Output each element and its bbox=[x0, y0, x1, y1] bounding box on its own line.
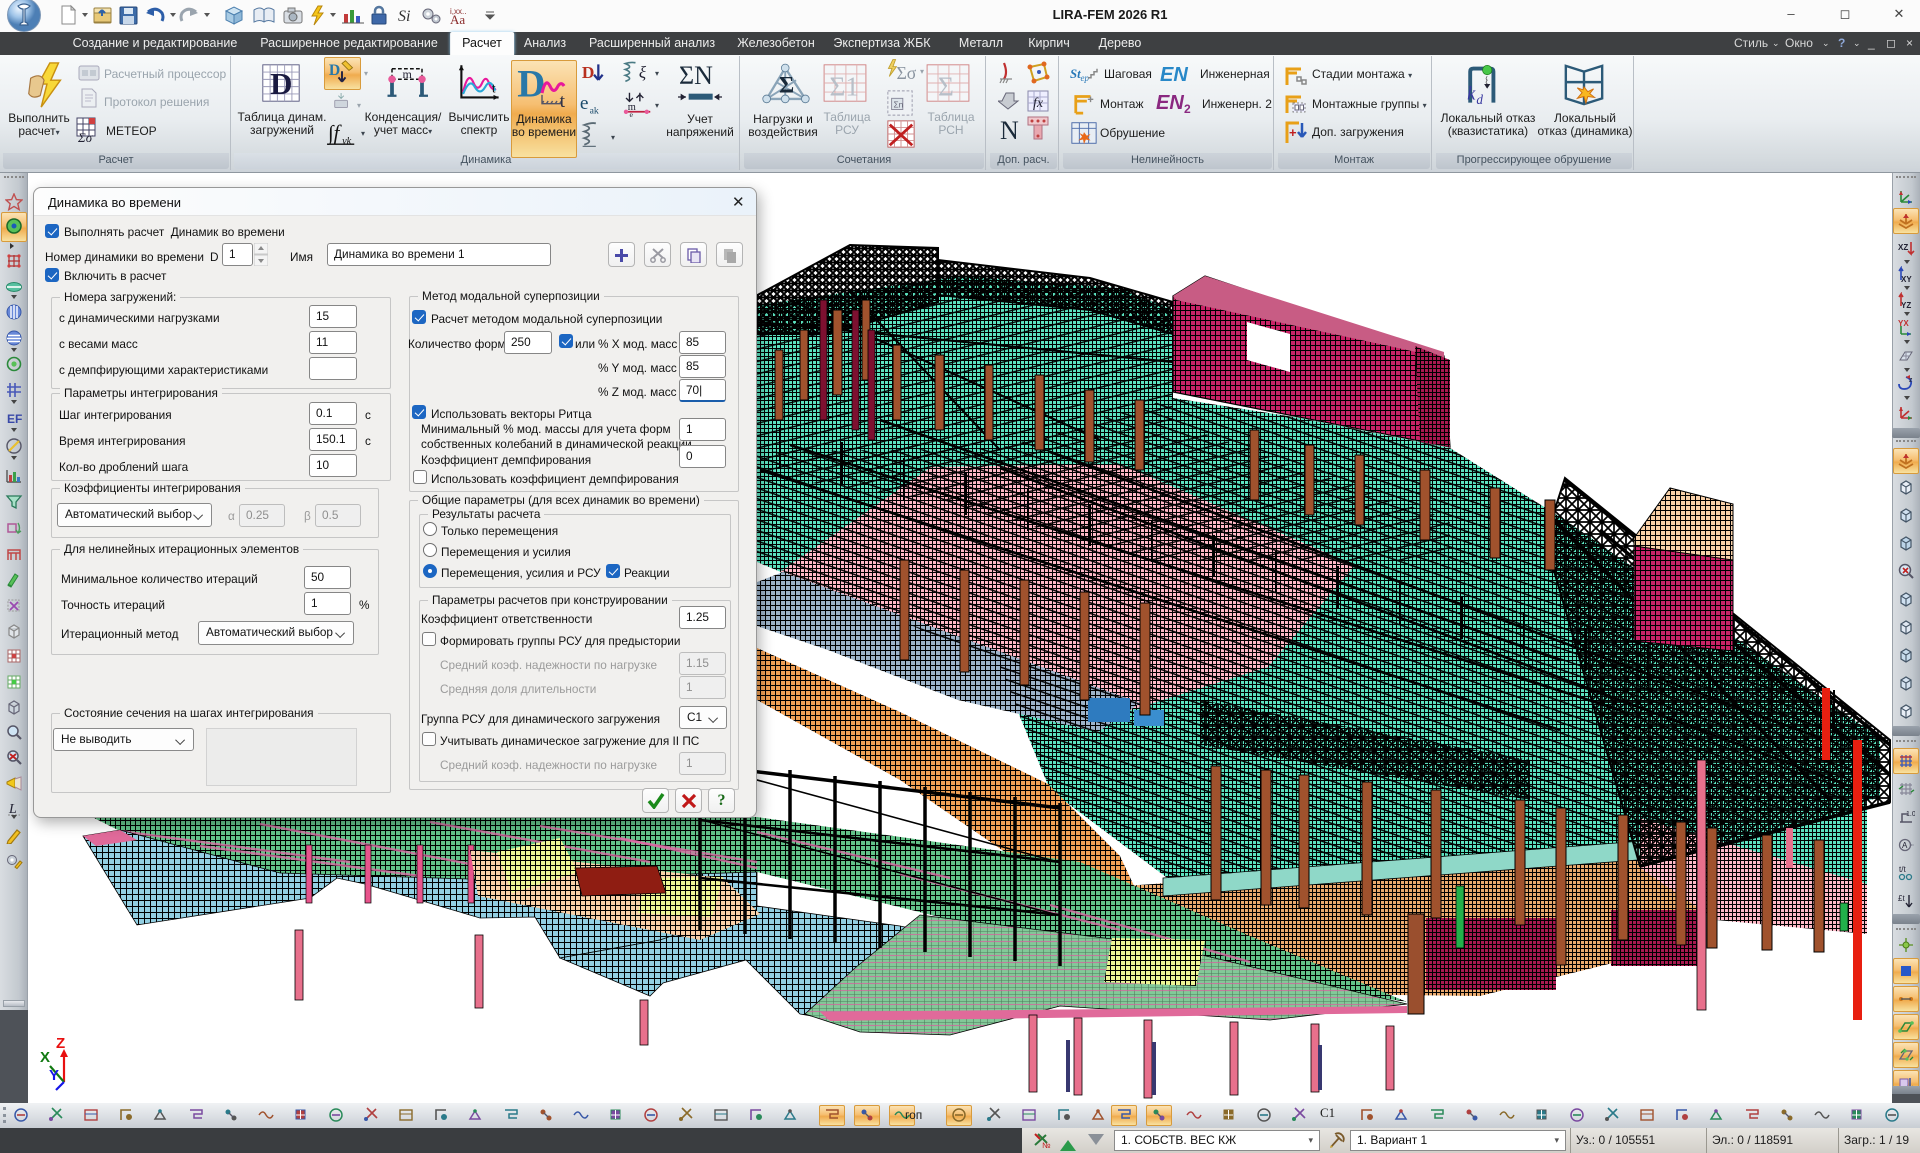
svg-text:fx: fx bbox=[1033, 96, 1044, 111]
svg-text:Σ: Σ bbox=[779, 73, 794, 99]
svg-text:D: D bbox=[270, 66, 292, 101]
svg-text:t/t: t/t bbox=[1899, 865, 1906, 874]
svg-text:∫f: ∫f bbox=[326, 123, 343, 146]
svg-text:St: St bbox=[1070, 67, 1081, 81]
svg-text:£t: £t bbox=[1898, 894, 1905, 903]
svg-text:N: N bbox=[1000, 116, 1019, 143]
svg-text:A: A bbox=[1902, 841, 1908, 850]
svg-text:D: D bbox=[329, 62, 340, 79]
svg-text:YZ: YZ bbox=[1901, 301, 1911, 310]
svg-text:EN: EN bbox=[1160, 64, 1188, 85]
svg-text:XZ: XZ bbox=[1898, 243, 1908, 252]
svg-text:t: t bbox=[560, 91, 566, 109]
svg-text:ak: ak bbox=[590, 106, 599, 115]
svg-text:k: k bbox=[1467, 83, 1476, 104]
svg-text:Y: Y bbox=[49, 1067, 59, 1084]
svg-text:2: 2 bbox=[1184, 102, 1191, 115]
svg-text:Si: Si bbox=[398, 8, 410, 25]
svg-text:Σ1: Σ1 bbox=[830, 72, 860, 102]
svg-text:e: e bbox=[580, 93, 589, 114]
svg-text:+: + bbox=[1289, 125, 1297, 140]
svg-text:ΣN: ΣN bbox=[679, 63, 713, 89]
svg-text:№: № bbox=[1042, 1141, 1051, 1150]
svg-text:D: D bbox=[582, 63, 595, 82]
svg-text:e: e bbox=[629, 110, 633, 117]
svg-text:EF: EF bbox=[7, 412, 22, 426]
svg-text:Σσ: Σσ bbox=[896, 63, 916, 83]
svg-text:Σσ: Σσ bbox=[77, 130, 93, 143]
svg-text:vk: vk bbox=[342, 136, 352, 147]
svg-text:Σ: Σ bbox=[938, 72, 954, 102]
svg-text:X: X bbox=[40, 1049, 50, 1066]
svg-text:Aa: Aa bbox=[450, 12, 465, 26]
svg-text:1.0: 1.0 bbox=[1906, 811, 1915, 818]
svg-text:EN: EN bbox=[1156, 92, 1184, 114]
svg-text:ξ: ξ bbox=[639, 63, 647, 82]
svg-text:t: t bbox=[492, 80, 496, 95]
svg-text:Σn: Σn bbox=[893, 100, 903, 110]
svg-text:d: d bbox=[1476, 92, 1483, 107]
svg-text:YX: YX bbox=[1898, 319, 1909, 328]
svg-text:XY: XY bbox=[1901, 275, 1912, 284]
svg-text:z: z bbox=[1909, 377, 1913, 384]
svg-text:m: m bbox=[403, 67, 413, 81]
svg-text:D: D bbox=[517, 63, 545, 106]
